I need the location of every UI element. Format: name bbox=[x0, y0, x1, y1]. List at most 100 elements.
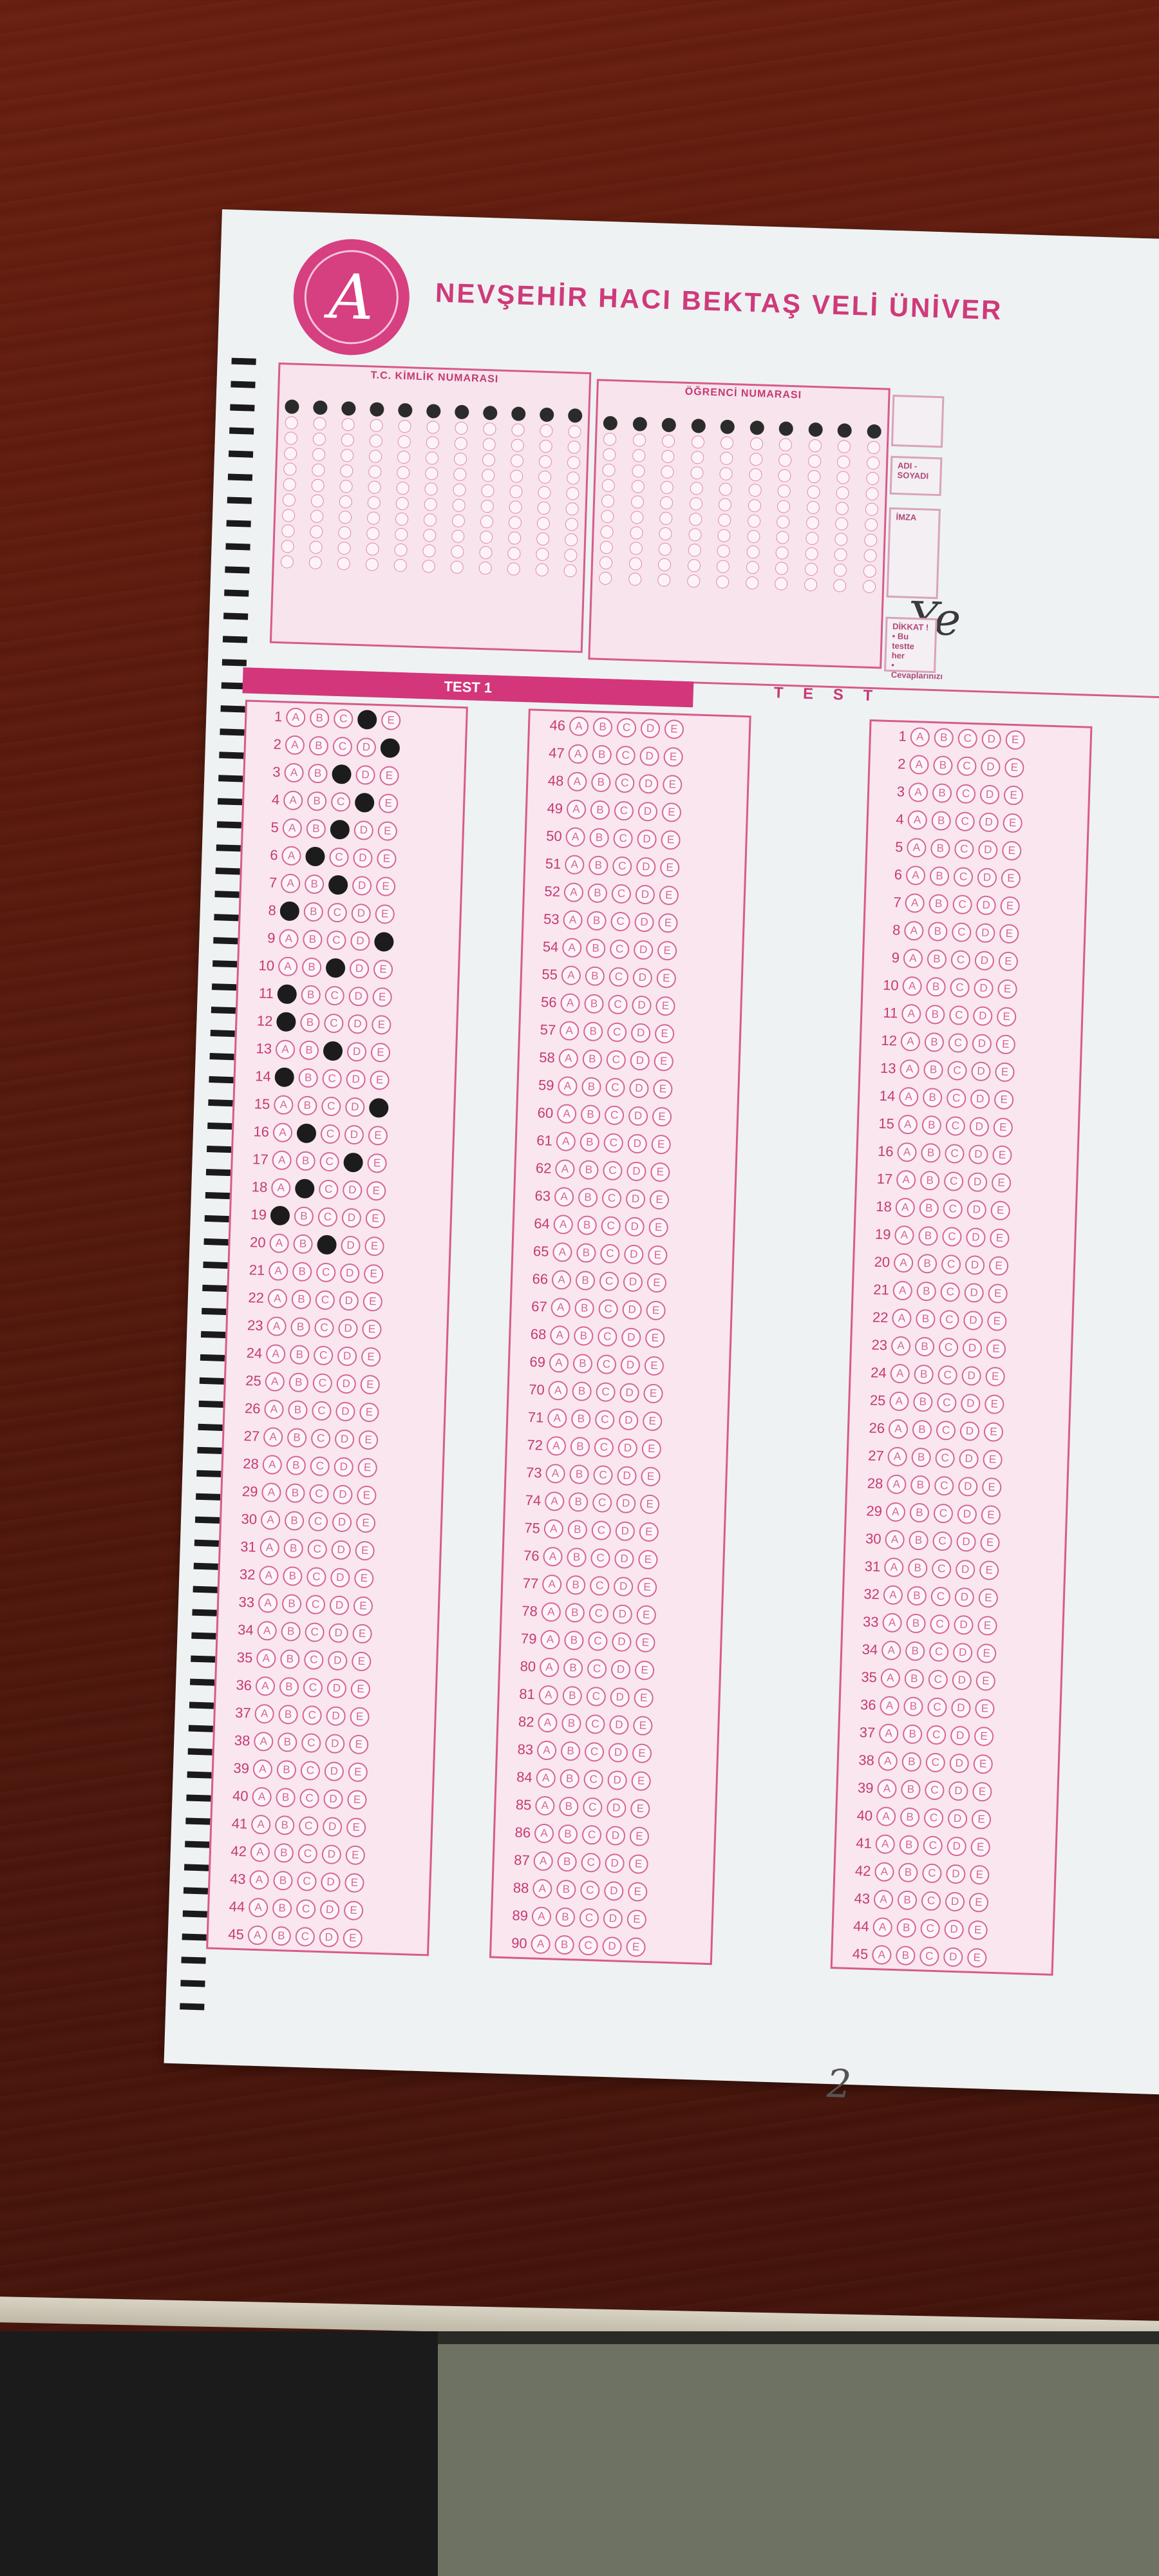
answer-bubble-d[interactable]: D bbox=[966, 1199, 987, 1220]
digit-bubble[interactable] bbox=[453, 483, 466, 497]
answer-bubble-b[interactable]: B bbox=[574, 1298, 595, 1318]
digit-bubble[interactable] bbox=[748, 483, 762, 497]
digit-bubble[interactable] bbox=[368, 480, 381, 494]
answer-bubble-c[interactable]: C bbox=[602, 1160, 623, 1180]
answer-bubble-a[interactable]: A bbox=[900, 1031, 921, 1052]
answer-bubble-b[interactable]: B bbox=[918, 1226, 938, 1246]
answer-bubble-a[interactable]: A bbox=[885, 1529, 905, 1549]
digit-bubble[interactable] bbox=[775, 546, 789, 560]
digit-bubble[interactable] bbox=[508, 516, 522, 529]
digit-bubble[interactable] bbox=[661, 465, 674, 479]
answer-bubble-e[interactable]: E bbox=[641, 1466, 661, 1486]
answer-bubble-a[interactable]: A bbox=[534, 1823, 554, 1843]
answer-bubble-d[interactable]: D bbox=[981, 728, 1002, 749]
digit-bubble[interactable] bbox=[394, 527, 408, 542]
answer-bubble-b[interactable]: B bbox=[921, 1115, 942, 1135]
digit-bubble[interactable] bbox=[280, 555, 294, 569]
answer-bubble-e[interactable]: E bbox=[1003, 813, 1023, 833]
answer-bubble-c[interactable]: C bbox=[317, 1234, 337, 1255]
answer-bubble-c[interactable]: C bbox=[329, 847, 349, 867]
answer-bubble-c[interactable]: C bbox=[303, 1677, 323, 1698]
digit-bubble[interactable] bbox=[426, 421, 440, 434]
answer-bubble-e[interactable]: E bbox=[353, 1595, 373, 1616]
answer-bubble-c[interactable]: C bbox=[321, 1096, 341, 1116]
digit-bubble[interactable] bbox=[537, 501, 551, 515]
answer-bubble-a[interactable]: A bbox=[257, 1620, 278, 1641]
digit-bubble[interactable] bbox=[538, 486, 551, 500]
answer-bubble-d[interactable]: D bbox=[625, 1216, 645, 1236]
digit-bubble[interactable] bbox=[341, 417, 355, 431]
answer-bubble-a[interactable]: A bbox=[549, 1325, 570, 1345]
answer-bubble-e[interactable]: E bbox=[991, 1172, 1012, 1193]
answer-bubble-e[interactable]: E bbox=[986, 1311, 1007, 1331]
answer-bubble-e[interactable]: E bbox=[663, 746, 684, 767]
digit-bubble[interactable] bbox=[367, 496, 381, 509]
answer-bubble-e[interactable]: E bbox=[974, 1726, 994, 1747]
answer-bubble-d[interactable]: D bbox=[334, 1456, 354, 1477]
answer-bubble-a[interactable]: A bbox=[546, 1435, 567, 1456]
digit-bubble[interactable] bbox=[631, 464, 645, 478]
answer-bubble-a[interactable]: A bbox=[259, 1537, 280, 1558]
digit-bubble[interactable] bbox=[837, 455, 851, 469]
answer-bubble-b[interactable]: B bbox=[554, 1935, 575, 1955]
answer-bubble-d[interactable]: D bbox=[617, 1465, 637, 1486]
answer-bubble-d[interactable]: D bbox=[960, 1393, 981, 1414]
answer-bubble-d[interactable]: D bbox=[963, 1310, 983, 1331]
digit-bubble[interactable] bbox=[422, 544, 436, 558]
answer-bubble-a[interactable]: A bbox=[881, 1640, 901, 1660]
digit-bubble[interactable] bbox=[396, 481, 410, 495]
answer-bubble-a[interactable]: A bbox=[877, 1778, 897, 1799]
answer-bubble-e[interactable]: E bbox=[376, 848, 397, 869]
answer-bubble-b[interactable]: B bbox=[304, 874, 325, 894]
answer-bubble-a[interactable]: A bbox=[249, 1870, 270, 1890]
answer-bubble-b[interactable]: B bbox=[309, 708, 330, 728]
answer-bubble-e[interactable]: E bbox=[983, 1421, 1004, 1442]
answer-bubble-d[interactable]: D bbox=[977, 867, 997, 887]
answer-bubble-d[interactable]: D bbox=[977, 839, 998, 860]
answer-bubble-e[interactable]: E bbox=[981, 1477, 1002, 1497]
digit-bubble[interactable] bbox=[777, 500, 791, 513]
answer-bubble-e[interactable]: E bbox=[652, 1106, 672, 1127]
answer-bubble-a[interactable]: A bbox=[561, 965, 581, 985]
answer-bubble-b[interactable]: B bbox=[294, 1206, 314, 1226]
digit-bubble[interactable] bbox=[865, 487, 879, 501]
answer-bubble-a[interactable]: A bbox=[896, 1170, 916, 1190]
answer-bubble-e[interactable]: E bbox=[651, 1134, 672, 1155]
answer-bubble-e[interactable]: E bbox=[1001, 868, 1021, 888]
answer-bubble-b[interactable]: B bbox=[923, 1059, 944, 1080]
answer-bubble-c[interactable]: C bbox=[589, 1603, 609, 1624]
answer-bubble-a[interactable]: A bbox=[256, 1648, 276, 1669]
answer-bubble-e[interactable]: E bbox=[628, 1853, 649, 1874]
answer-bubble-a[interactable]: A bbox=[894, 1225, 914, 1245]
answer-bubble-a[interactable]: A bbox=[545, 1463, 566, 1484]
answer-bubble-a[interactable]: A bbox=[265, 1343, 286, 1364]
digit-bubble[interactable] bbox=[657, 558, 672, 572]
answer-bubble-c[interactable]: C bbox=[926, 1725, 947, 1745]
answer-bubble-b[interactable]: B bbox=[303, 929, 323, 949]
answer-bubble-c[interactable]: C bbox=[607, 1021, 627, 1042]
answer-bubble-d[interactable]: D bbox=[353, 848, 373, 868]
answer-bubble-e[interactable]: E bbox=[999, 923, 1019, 943]
answer-bubble-a[interactable]: A bbox=[898, 1114, 918, 1135]
answer-bubble-a[interactable]: A bbox=[278, 956, 298, 976]
answer-bubble-d[interactable]: D bbox=[974, 950, 995, 971]
answer-bubble-d[interactable]: D bbox=[322, 1816, 343, 1837]
answer-bubble-c[interactable]: C bbox=[936, 1392, 957, 1413]
answer-bubble-a[interactable]: A bbox=[250, 1814, 271, 1835]
answer-bubble-c[interactable]: C bbox=[587, 1658, 607, 1679]
answer-bubble-a[interactable]: A bbox=[252, 1759, 273, 1779]
answer-bubble-c[interactable]: C bbox=[943, 1171, 964, 1191]
answer-bubble-d[interactable]: D bbox=[605, 1825, 626, 1846]
answer-bubble-a[interactable]: A bbox=[250, 1842, 270, 1862]
answer-bubble-e[interactable]: E bbox=[648, 1217, 669, 1238]
answer-bubble-a[interactable]: A bbox=[273, 1094, 294, 1115]
answer-bubble-a[interactable]: A bbox=[878, 1750, 898, 1771]
answer-bubble-c[interactable]: C bbox=[312, 1372, 333, 1393]
answer-bubble-d[interactable]: D bbox=[964, 1282, 985, 1303]
answer-bubble-b[interactable]: B bbox=[584, 993, 605, 1014]
answer-bubble-a[interactable]: A bbox=[268, 1260, 288, 1281]
answer-bubble-c[interactable]: C bbox=[950, 977, 970, 998]
answer-bubble-b[interactable]: B bbox=[929, 866, 950, 886]
answer-bubble-c[interactable]: C bbox=[590, 1548, 610, 1568]
digit-bubble[interactable] bbox=[338, 510, 352, 524]
